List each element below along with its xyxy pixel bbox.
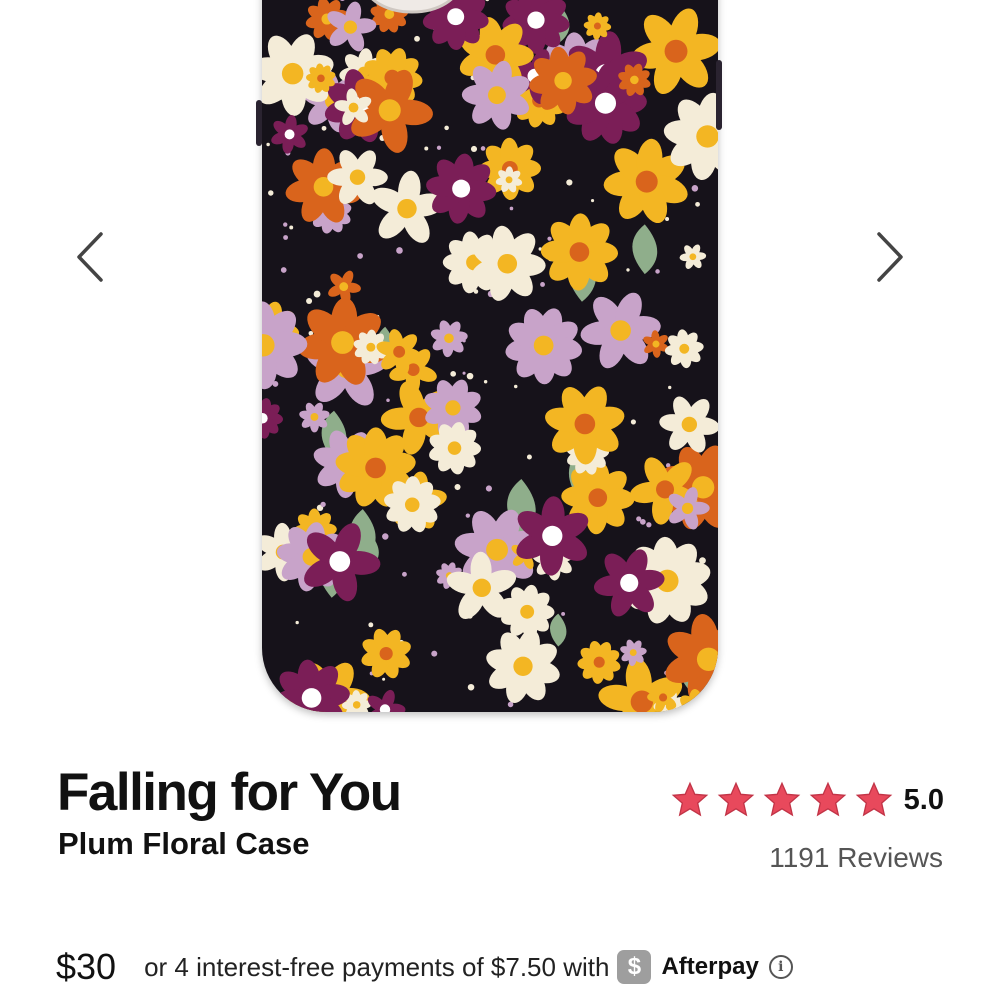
pattern-dot xyxy=(436,145,442,150)
reviews-link[interactable]: 1191 Reviews xyxy=(769,842,943,874)
phone-case-image xyxy=(262,0,718,712)
pattern-dot xyxy=(483,379,488,384)
flower-motif xyxy=(545,386,625,465)
pattern-dot xyxy=(431,650,438,657)
flower-motif xyxy=(577,640,621,684)
pattern-dot xyxy=(295,620,299,625)
product-title: Falling for You xyxy=(57,763,402,822)
star-icon xyxy=(855,781,892,817)
pattern-dot xyxy=(262,693,267,699)
pattern-dot xyxy=(289,225,294,230)
pattern-dot xyxy=(485,0,490,2)
pattern-dot xyxy=(630,419,636,425)
leaf-motif xyxy=(632,224,658,275)
pattern-dot xyxy=(626,268,630,272)
flower-motif xyxy=(676,689,718,712)
price-row: $30 or 4 interest-free payments of $7.50… xyxy=(56,946,793,988)
star-icon xyxy=(763,781,800,817)
pattern-dot xyxy=(547,236,552,241)
phone-side-button xyxy=(256,100,262,146)
pattern-dot xyxy=(339,0,345,2)
pattern-dot xyxy=(320,501,326,508)
leaf-motif xyxy=(549,613,567,647)
rating-value: 5.0 xyxy=(903,783,944,816)
pattern-dot xyxy=(424,146,429,151)
star-icon xyxy=(671,781,708,817)
pattern-dot xyxy=(655,269,660,274)
flower-motif xyxy=(505,308,583,385)
flower-motif xyxy=(540,213,619,291)
phone-side-button xyxy=(716,60,722,130)
pattern-dot xyxy=(321,125,327,131)
pattern-dot xyxy=(668,385,672,390)
pattern-dot xyxy=(467,683,475,691)
pattern-dot xyxy=(465,513,471,518)
pattern-dot xyxy=(396,247,403,254)
flower-motif xyxy=(262,301,308,390)
pattern-dot xyxy=(450,370,457,377)
next-image-button[interactable] xyxy=(860,222,920,292)
chevron-left-icon xyxy=(77,232,103,282)
star-icon xyxy=(809,781,846,817)
flower-motif xyxy=(486,629,560,704)
flower-motif xyxy=(271,115,308,154)
installment-text: or 4 interest-free payments of $7.50 wit… xyxy=(144,951,610,982)
pattern-dot xyxy=(590,199,595,203)
product-subtitle: Plum Floral Case xyxy=(58,826,310,861)
pattern-dot xyxy=(566,179,573,186)
pattern-dot xyxy=(485,485,492,492)
pattern-dot xyxy=(513,384,518,389)
previous-image-button[interactable] xyxy=(60,222,120,292)
pattern-dot xyxy=(480,146,486,151)
pattern-dot xyxy=(526,454,532,460)
pattern-dot xyxy=(444,125,449,131)
pattern-dot xyxy=(283,222,288,227)
pattern-dot xyxy=(283,235,289,240)
flower-motif xyxy=(430,320,468,358)
pattern-dot xyxy=(382,677,386,681)
pattern-dot xyxy=(382,533,389,540)
pattern-dot xyxy=(266,142,270,147)
flower-motif xyxy=(367,689,406,712)
pattern-dot xyxy=(540,282,545,287)
pattern-dot xyxy=(665,217,670,222)
star-icon xyxy=(717,781,754,817)
flower-motif xyxy=(262,398,283,439)
flower-motif xyxy=(361,628,411,679)
pattern-dot xyxy=(357,253,363,259)
pattern-dot xyxy=(466,372,474,380)
pattern-dot xyxy=(268,190,274,196)
pattern-dot xyxy=(691,185,699,192)
pattern-dot xyxy=(509,206,514,211)
flower-motif xyxy=(580,292,661,369)
pattern-dot xyxy=(639,519,646,525)
rating[interactable]: 5.0 xyxy=(670,780,944,820)
star-rating xyxy=(670,780,894,820)
info-icon[interactable]: i xyxy=(768,955,793,979)
product-image-carousel xyxy=(0,0,1000,740)
afterpay-name: Afterpay xyxy=(661,953,759,980)
pattern-dot xyxy=(561,611,566,616)
flower-motif xyxy=(664,329,704,369)
pattern-dot xyxy=(454,484,461,491)
pattern-dot xyxy=(402,571,407,577)
chevron-right-icon xyxy=(877,232,903,282)
floral-pattern xyxy=(262,0,718,712)
pattern-dot xyxy=(386,398,390,402)
pattern-dot xyxy=(462,371,466,375)
pattern-dot xyxy=(313,290,321,298)
pattern-dot xyxy=(414,35,420,42)
pattern-dot xyxy=(646,522,652,528)
flower-motif xyxy=(659,396,718,453)
flower-motif xyxy=(679,244,707,269)
pattern-dot xyxy=(470,145,478,153)
pattern-dot xyxy=(368,622,374,628)
pattern-dot xyxy=(306,297,313,305)
product-price: $30 xyxy=(56,946,117,987)
pattern-dot xyxy=(280,267,287,273)
afterpay-logo-icon: $ xyxy=(617,950,652,984)
pattern-dot xyxy=(695,201,700,207)
